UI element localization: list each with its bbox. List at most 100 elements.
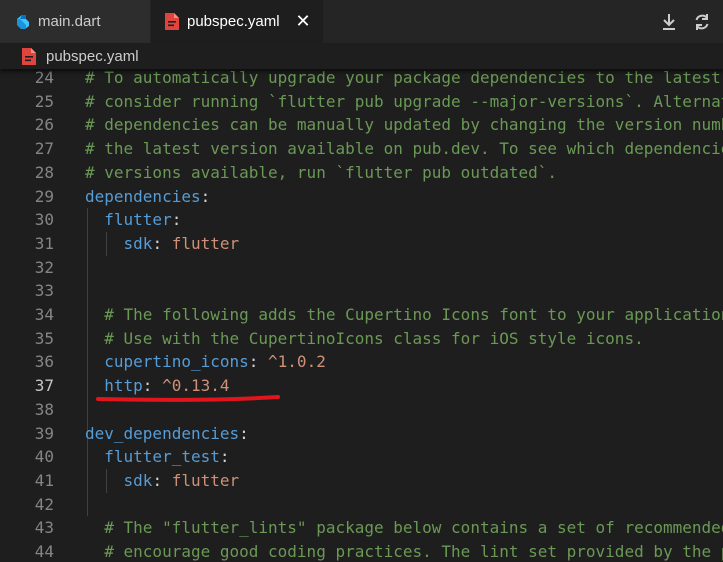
line-number: 32 — [34, 257, 54, 277]
code-token: # The "flutter_lints" package below cont… — [85, 518, 723, 538]
code-token: # The following adds the Cupertino Icons… — [85, 305, 723, 324]
line-code: # dependencies can be manually updated b… — [85, 113, 723, 137]
line-code: # encourage good coding practices. The l… — [85, 540, 723, 562]
line-number: 40 — [34, 447, 54, 467]
line-number: 30 — [34, 210, 54, 230]
code-token: sdk — [123, 233, 153, 253]
close-icon[interactable]: ✕ — [293, 11, 313, 31]
code-token: # To automatically upgrade your package … — [85, 68, 721, 87]
code-line[interactable]: 29 dependencies: — [0, 185, 723, 209]
code-line[interactable]: 24 # To automatically upgrade your packag… — [0, 66, 723, 90]
code-token: : — [142, 376, 163, 396]
code-line[interactable]: 30 flutter: — [0, 208, 723, 232]
code-token: # the latest version available on pub.de… — [85, 139, 723, 159]
code-token: : — [152, 233, 172, 253]
tab-label: pubspec.yaml — [187, 13, 280, 30]
line-number: 34 — [34, 305, 54, 324]
dart-icon — [14, 14, 30, 30]
line-code: # versions available, run `flutter pub o… — [85, 161, 557, 185]
code-token: flutter_test — [104, 447, 220, 467]
line-number: 27 — [34, 139, 54, 159]
code-token: dev_dependencies — [85, 423, 240, 443]
code-editor[interactable]: 24 # To automatically upgrade your packag… — [0, 66, 723, 562]
tab-label: main.dart — [38, 13, 101, 30]
code-line[interactable]: 42 — [0, 493, 723, 517]
line-code: sdk: flutter — [85, 469, 240, 493]
code-token: cupertino_icons — [104, 352, 249, 372]
editor-actions — [657, 0, 723, 43]
line-number: 43 — [34, 518, 54, 538]
line-code: # the latest version available on pub.de… — [85, 137, 723, 161]
line-number: 26 — [34, 115, 54, 135]
code-line[interactable]: 31 sdk: flutter — [0, 232, 723, 256]
breadcrumb: pubspec.yaml — [0, 43, 723, 69]
line-number: 42 — [34, 494, 54, 514]
download-icon[interactable] — [657, 10, 681, 34]
code-token: # dependencies can be manually updated b… — [85, 115, 723, 135]
line-number: 29 — [34, 186, 54, 206]
line-number: 31 — [34, 233, 54, 253]
code-line[interactable]: 36 cupertino_icons: ^1.0.2 — [0, 350, 723, 374]
code-token: flutter — [104, 210, 172, 230]
code-line[interactable]: 33 — [0, 279, 723, 303]
line-code: dependencies: — [85, 185, 210, 209]
code-line[interactable]: 43 # The "flutter_lints" package below c… — [0, 516, 723, 540]
line-code: # consider running `flutter pub upgrade … — [85, 90, 723, 114]
refresh-icon[interactable] — [690, 10, 714, 34]
code-token: : — [239, 423, 249, 443]
code-token: # versions available, run `flutter pub o… — [85, 162, 558, 182]
code-token: : — [152, 470, 172, 490]
code-line[interactable]: 34 # The following adds the Cupertino Ic… — [0, 303, 723, 327]
code-token: sdk — [123, 470, 153, 490]
line-number: 36 — [34, 352, 54, 372]
code-line[interactable]: 26 # dependencies can be manually updated… — [0, 113, 723, 137]
code-line[interactable]: 41 sdk: flutter — [0, 469, 723, 493]
code-token: # Use with the CupertinoIcons class for … — [85, 328, 644, 348]
code-token: : — [171, 210, 182, 230]
code-token: flutter — [171, 233, 240, 253]
line-code: flutter: — [85, 208, 181, 232]
yaml-file-icon — [165, 13, 179, 30]
line-number: 44 — [34, 542, 54, 561]
line-code: flutter_test: — [85, 445, 230, 469]
code-line[interactable]: 35 # Use with the CupertinoIcons class f… — [0, 327, 723, 351]
code-line[interactable]: 27 # the latest version available on pub.… — [0, 137, 723, 161]
tab-pubspec-yaml[interactable]: pubspec.yaml ✕ — [151, 0, 323, 43]
code-token: # encourage good coding practices. The l… — [85, 542, 723, 561]
code-token: : — [200, 186, 211, 206]
line-number: 38 — [34, 399, 54, 419]
code-line[interactable]: 39 dev_dependencies: — [0, 422, 723, 446]
code-token: flutter — [171, 470, 240, 490]
line-number: 28 — [34, 162, 54, 182]
code-line[interactable]: 44 # encourage good coding practices. Th… — [0, 540, 723, 562]
code-line[interactable]: 40 flutter_test: — [0, 445, 723, 469]
line-number: 37 — [34, 376, 54, 396]
code-token: : — [219, 447, 230, 467]
line-number: 41 — [34, 470, 54, 490]
code-line[interactable]: 25 # consider running `flutter pub upgrad… — [0, 90, 723, 114]
line-code: # The following adds the Cupertino Icons… — [85, 303, 723, 327]
line-code: cupertino_icons: ^1.0.2 — [85, 350, 326, 374]
code-line[interactable]: 28 # versions available, run `flutter pub… — [0, 161, 723, 185]
code-token: ^1.0.2 — [268, 352, 326, 372]
line-number: 24 — [34, 68, 54, 87]
red-annotation-underline — [96, 395, 280, 402]
breadcrumb-item-pubspec[interactable]: pubspec.yaml — [46, 48, 139, 65]
editor-tab-bar: main.dart pubspec.yaml ✕ — [0, 0, 723, 43]
line-number: 25 — [34, 91, 54, 111]
line-code: sdk: flutter — [85, 232, 240, 256]
code-token: # consider running `flutter pub upgrade … — [85, 91, 723, 111]
line-number: 35 — [34, 328, 54, 348]
yaml-file-icon — [22, 47, 36, 65]
line-number: 33 — [34, 281, 54, 301]
tab-main-dart[interactable]: main.dart — [0, 0, 151, 43]
code-line[interactable]: 32 — [0, 256, 723, 280]
line-number: 39 — [34, 423, 54, 443]
line-code: # Use with the CupertinoIcons class for … — [85, 327, 644, 351]
code-token: ^0.13.4 — [162, 376, 230, 396]
